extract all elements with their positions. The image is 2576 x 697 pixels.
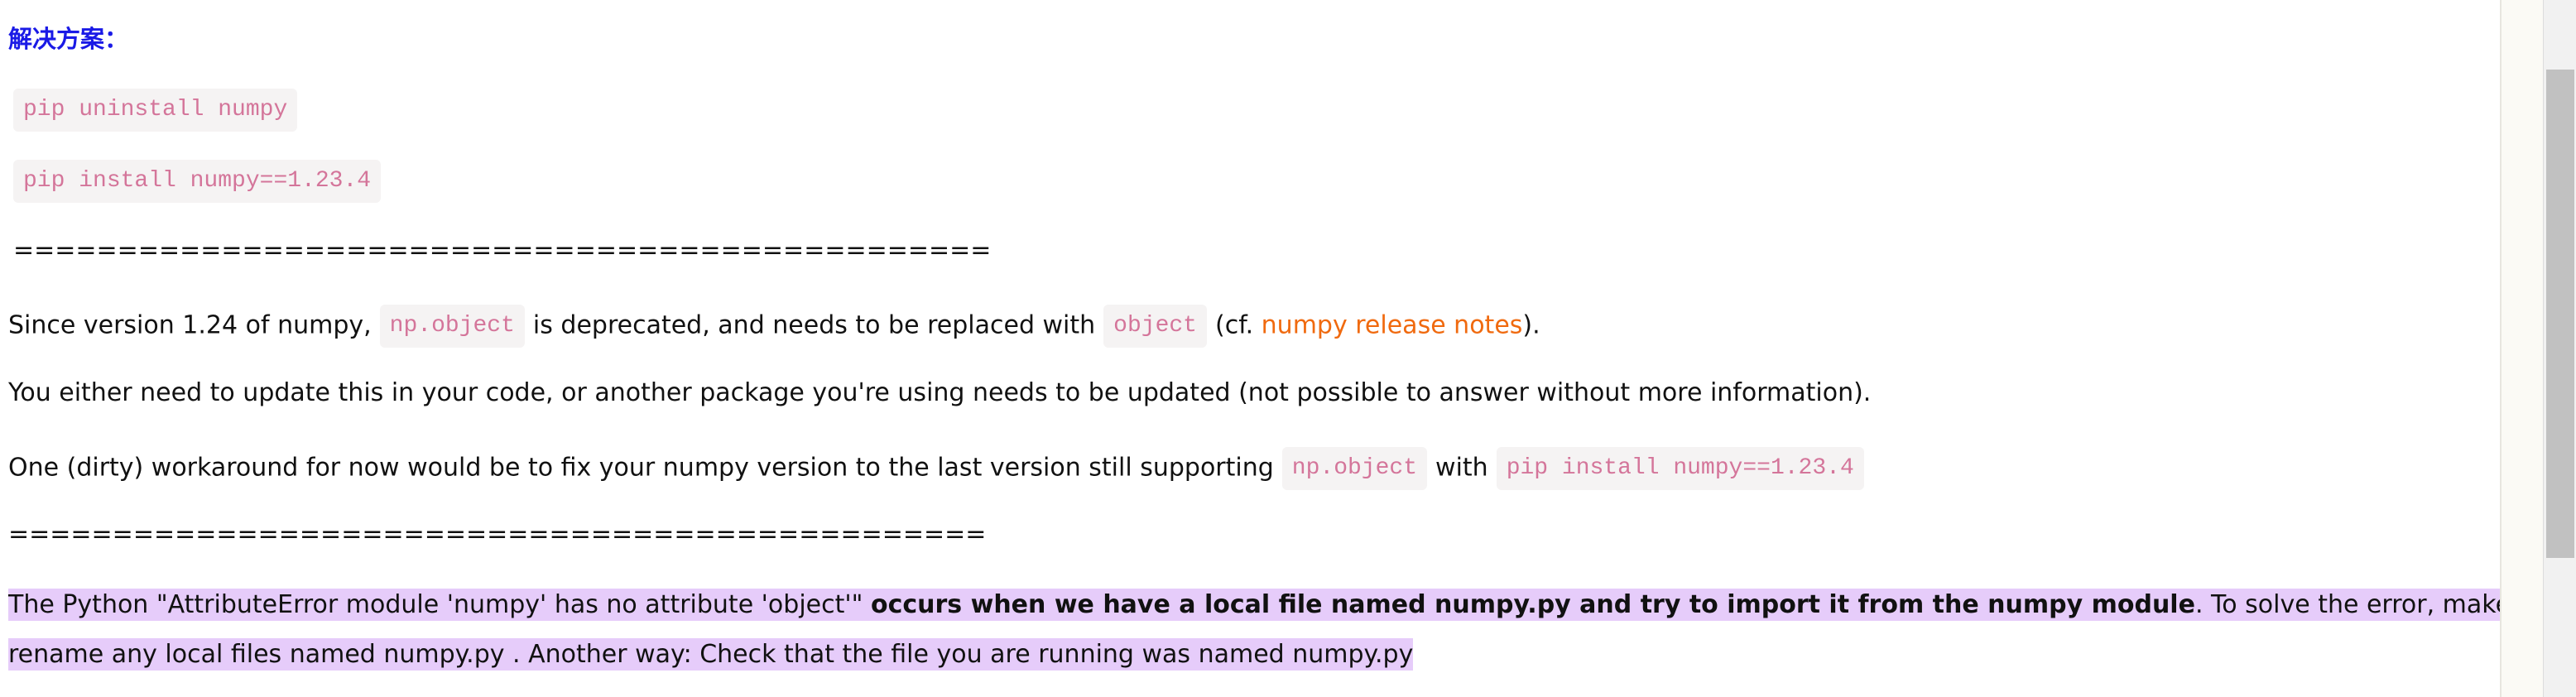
scrollbar-thumb[interactable]	[2546, 70, 2574, 558]
separator: ========================================…	[13, 236, 992, 265]
highlighted-text: The Python "AttributeError module 'numpy…	[8, 589, 863, 621]
side-gutter	[2500, 0, 2545, 697]
numpy-release-notes-link[interactable]: numpy release notes	[1262, 311, 1523, 340]
inline-code-np-object: np.object	[379, 305, 525, 348]
uninstall-command: pip uninstall numpy	[13, 89, 298, 132]
inline-code-pip-install: pip install numpy==1.23.4	[1496, 447, 1864, 490]
workaround-paragraph: One (dirty) workaround for now would be …	[8, 447, 1872, 490]
uninstall-command-block: pip uninstall numpy	[13, 89, 298, 132]
paragraph-text: is deprecated, and needs to be replaced …	[532, 310, 1096, 340]
paragraph-text: Since version 1.24 of numpy,	[8, 310, 372, 340]
highlighted-text: rename any local files named numpy.py . …	[8, 638, 1414, 671]
paragraph-text: One (dirty) workaround for now would be …	[8, 453, 1274, 483]
deprecation-paragraph: Since version 1.24 of numpy, np.object is …	[8, 305, 1540, 348]
separator: ========================================…	[8, 520, 987, 549]
install-command: pip install numpy==1.23.4	[13, 160, 382, 203]
article-content: 解决方案： pip uninstall numpy pip install nu…	[0, 0, 2576, 697]
highlighted-paragraph-line-1: The Python "AttributeError module 'numpy…	[8, 589, 2576, 622]
update-paragraph: You either need to update this in your c…	[8, 378, 1872, 407]
paragraph-text: ).	[1522, 310, 1540, 340]
inline-code-object: object	[1103, 305, 1207, 348]
inline-code-np-object: np.object	[1281, 447, 1428, 490]
vertical-scrollbar[interactable]	[2543, 0, 2576, 697]
paragraph-text: with	[1435, 453, 1488, 483]
highlighted-bold-text: occurs when we have a local file named n…	[870, 589, 2195, 621]
highlighted-paragraph-line-2: rename any local files named numpy.py . …	[8, 638, 1414, 671]
install-command-block: pip install numpy==1.23.4	[13, 160, 382, 203]
solution-heading: 解决方案：	[8, 25, 129, 53]
paragraph-text: (cf.	[1215, 310, 1254, 340]
